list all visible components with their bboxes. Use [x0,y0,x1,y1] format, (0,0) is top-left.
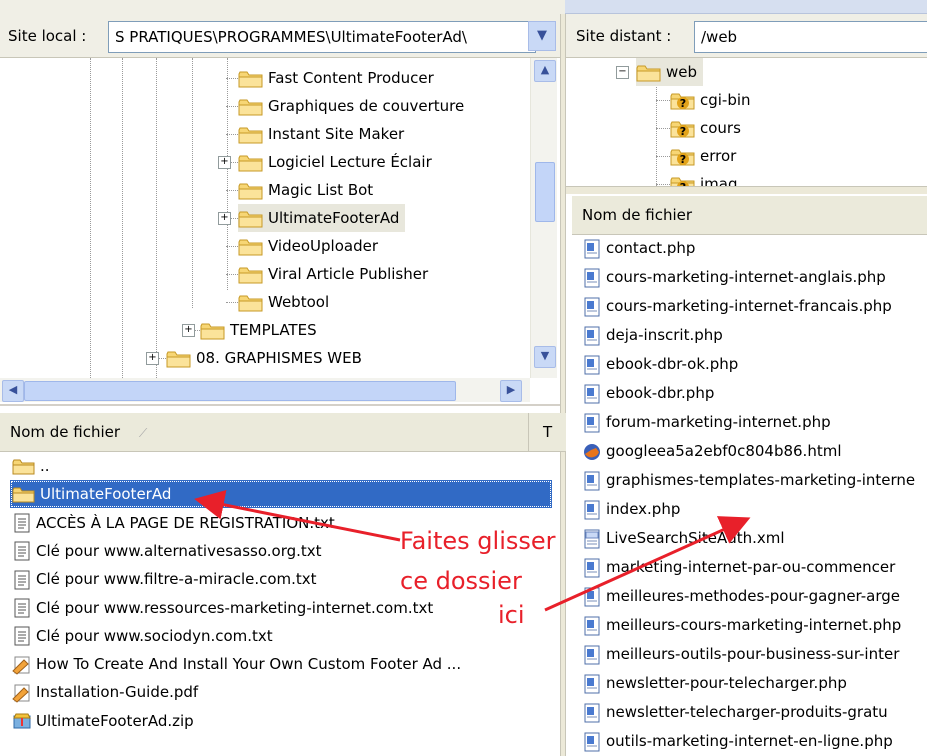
arrow-to-folder [194,489,401,542]
annotation-arrows [194,489,751,612]
arrow-to-remote [544,516,751,612]
